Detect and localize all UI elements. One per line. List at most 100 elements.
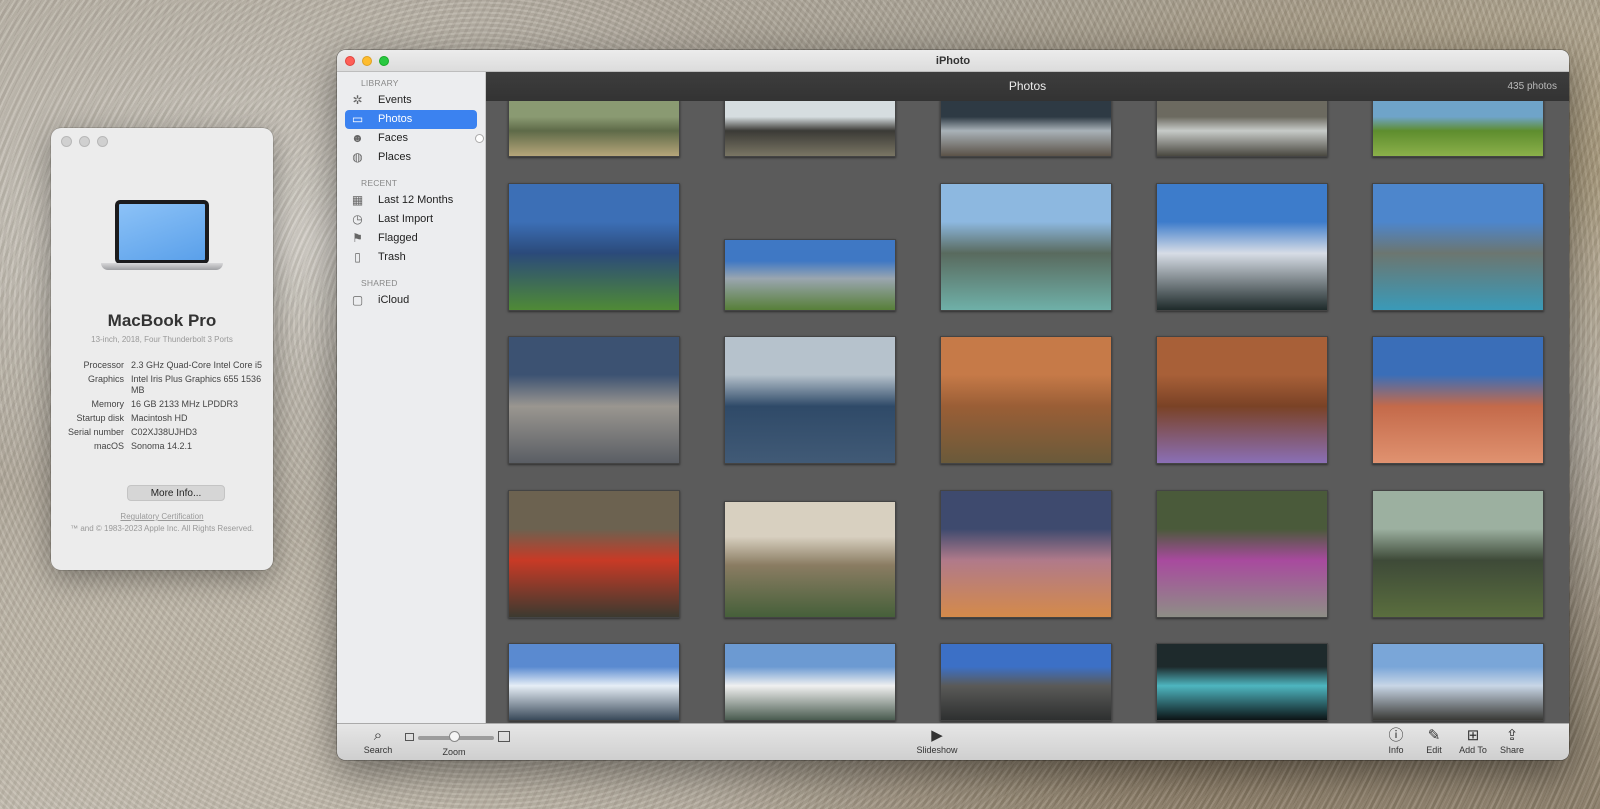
photo-red-rock[interactable] xyxy=(1372,336,1544,464)
sidebar-item-events[interactable]: ✲ Events xyxy=(345,91,477,110)
titlebar: iPhoto xyxy=(337,50,1569,72)
sidebar-item-label: Faces xyxy=(378,132,408,144)
minimize-button[interactable] xyxy=(362,56,372,66)
add-to-button[interactable]: ⊞ Add To xyxy=(1455,727,1491,755)
photo-reflection-lake[interactable] xyxy=(508,643,680,721)
spec-value: 2.3 GHz Quad-Core Intel Core i5 xyxy=(131,360,263,370)
sidebar-item-label: Trash xyxy=(378,251,406,263)
about-this-mac-window: MacBook Pro 13-inch, 2018, Four Thunderb… xyxy=(51,128,273,570)
spec-value: C02XJ38UJHD3 xyxy=(131,427,198,437)
sidebar-item-label: Last 12 Months xyxy=(378,194,454,206)
spec-key: Memory xyxy=(91,399,124,409)
photo-paintbrush[interactable] xyxy=(508,490,680,618)
photo-lake-louise[interactable] xyxy=(940,183,1112,311)
sidebar-item-flagged[interactable]: ⚑ Flagged xyxy=(345,229,477,248)
clock-icon: ◷ xyxy=(352,212,363,226)
spec-value: Intel Iris Plus Graphics 655 1536 MB xyxy=(131,374,262,395)
photo-coast-rock[interactable] xyxy=(1372,643,1544,721)
share-button[interactable]: ⇪ Share xyxy=(1495,727,1529,755)
sidebar-item-places[interactable]: ◍ Places xyxy=(345,148,477,167)
sidebar-item-trash[interactable]: ▯ Trash xyxy=(345,248,477,267)
photo-browser-header: Photos 435 photos xyxy=(486,72,1569,101)
slideshow-button[interactable]: ▶ Slideshow xyxy=(912,727,962,755)
photos-icon: ▭ xyxy=(351,112,364,126)
photo-bighorn-meadow[interactable] xyxy=(1372,99,1544,157)
search-icon: ⌕ xyxy=(373,727,383,744)
window-controls xyxy=(61,136,108,147)
zoom-large-icon xyxy=(498,731,510,742)
info-icon: ⓘ xyxy=(1388,727,1404,744)
share-label: Share xyxy=(1499,745,1525,755)
photo-browser: Photos 435 photos xyxy=(486,72,1569,723)
spec-row: Memory 16 GB 2133 MHz LPDDR3 xyxy=(61,399,265,410)
photo-old-forest[interactable] xyxy=(1372,490,1544,618)
palm-tree-icon: ✲ xyxy=(352,93,363,107)
sidebar-item-faces[interactable]: ☻ Faces xyxy=(345,129,484,148)
photo-fireweed-rock[interactable] xyxy=(1156,490,1328,618)
sidebar-item-last-import[interactable]: ◷ Last Import xyxy=(345,210,477,229)
sidebar-item-label: Events xyxy=(378,94,412,106)
photo-mountain-lake[interactable] xyxy=(508,183,680,311)
sidebar-item-label: iCloud xyxy=(378,294,410,306)
photo-rocky-creek[interactable] xyxy=(940,99,1112,157)
photo-sunbeams-forest[interactable] xyxy=(724,501,896,618)
sidebar-item-icloud[interactable]: ▢ iCloud xyxy=(345,291,477,310)
share-icon: ⇪ xyxy=(1505,727,1519,744)
photo-waterfall-swimmer[interactable] xyxy=(724,99,896,157)
close-button[interactable] xyxy=(61,136,72,147)
spec-key: Serial number xyxy=(67,427,124,437)
sidebar-item-label: Places xyxy=(378,151,412,163)
zoom-slider-knob[interactable] xyxy=(449,731,460,742)
photo-inukshuk[interactable] xyxy=(508,336,680,464)
search-label: Search xyxy=(363,745,393,755)
sidebar-item-label: Last Import xyxy=(378,213,434,225)
photo-sunset-sky[interactable] xyxy=(940,490,1112,618)
minimize-button[interactable] xyxy=(79,136,90,147)
zoom-button[interactable] xyxy=(97,136,108,147)
progress-indicator xyxy=(475,134,484,143)
photo-bow-lake[interactable] xyxy=(1372,183,1544,311)
window-controls xyxy=(345,56,389,66)
spec-row: Serial number C02XJ38UJHD3 xyxy=(61,427,265,438)
spec-row: Graphics Intel Iris Plus Graphics 655 153… xyxy=(61,374,265,396)
photo-bearhat-mountain[interactable] xyxy=(724,239,896,311)
info-label: Info xyxy=(1388,745,1404,755)
spec-key: Startup disk xyxy=(76,413,124,423)
plus-icon: ⊞ xyxy=(1466,727,1480,744)
sidebar-item-photos[interactable]: ▭ Photos xyxy=(345,110,477,129)
more-info-button[interactable]: More Info... xyxy=(127,485,225,501)
sidebar: LIBRARY ✲ Events ▭ Photos ☻ Faces ◍ Places RECE… xyxy=(337,72,486,723)
pencil-icon: ✎ xyxy=(1427,727,1441,744)
search-button[interactable]: ⌕ Search xyxy=(359,727,397,755)
photo-river-wader[interactable] xyxy=(508,99,680,157)
bottom-toolbar: ⌕ Search Zoom ▶ Slideshow ⓘ Info ✎ Edit … xyxy=(337,723,1569,760)
window-title: iPhoto xyxy=(935,55,971,67)
photo-rapids[interactable] xyxy=(1156,99,1328,157)
photo-purple-flower[interactable] xyxy=(1156,336,1328,464)
spec-key: macOS xyxy=(93,441,124,451)
spec-key: Graphics xyxy=(87,374,124,384)
flag-icon: ⚑ xyxy=(352,231,363,245)
photo-cumulus-cloud[interactable] xyxy=(1156,183,1328,311)
info-button[interactable]: ⓘ Info xyxy=(1380,727,1412,755)
sidebar-heading-recent: RECENT xyxy=(361,178,398,188)
photo-sea-rocks[interactable] xyxy=(940,643,1112,721)
play-icon: ▶ xyxy=(931,727,943,744)
sidebar-item-label: Flagged xyxy=(378,232,418,244)
iphoto-window: iPhoto LIBRARY ✲ Events ▭ Photos ☻ Faces ◍ Plac… xyxy=(337,50,1569,760)
sidebar-heading-shared: SHARED xyxy=(361,278,398,288)
photo-horned-lizard[interactable] xyxy=(940,336,1112,464)
photo-sailboat[interactable] xyxy=(724,336,896,464)
spec-row: macOS Sonoma 14.2.1 xyxy=(61,441,265,452)
model-subtitle: 13-inch, 2018, Four Thunderbolt 3 Ports xyxy=(91,335,233,344)
add-to-label: Add To xyxy=(1459,745,1487,755)
sidebar-item-last-12-months[interactable]: ▦ Last 12 Months xyxy=(345,191,477,210)
faces-icon: ☻ xyxy=(351,131,364,145)
regulatory-link[interactable]: Regulatory Certification xyxy=(51,512,273,521)
close-button[interactable] xyxy=(345,56,355,66)
photo-cave-water[interactable] xyxy=(1156,643,1328,721)
photo-glacier-valley[interactable] xyxy=(724,643,896,721)
spec-value: Macintosh HD xyxy=(131,413,188,423)
fullscreen-button[interactable] xyxy=(379,56,389,66)
edit-button[interactable]: ✎ Edit xyxy=(1418,727,1450,755)
